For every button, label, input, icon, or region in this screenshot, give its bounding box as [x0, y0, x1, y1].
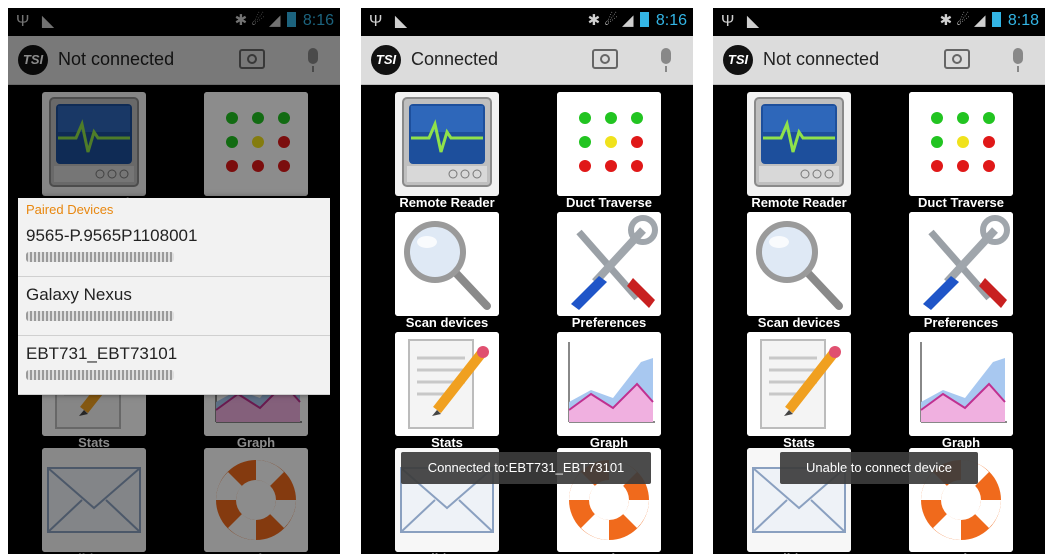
tile-tools[interactable] — [557, 212, 661, 316]
magnifier-icon — [747, 212, 851, 316]
tsi-logo-icon: TSI — [723, 45, 753, 75]
magnifier-icon — [395, 212, 499, 316]
tsi-logo-icon: TSI — [371, 45, 401, 75]
tile-label: Preferences — [571, 315, 647, 330]
status-bar: Ψ ◣ ✱ ☄ ◢ 8:18 — [713, 8, 1045, 36]
camera-icon[interactable] — [592, 49, 618, 69]
area-graph-icon — [909, 332, 1013, 436]
tile-label: Duct Traverse — [566, 195, 652, 210]
status-right-icons: ✱ ☄ ◢ 8:16 — [588, 11, 687, 30]
android-debug-icon: ◣ — [746, 13, 760, 30]
camera-icon[interactable] — [944, 49, 970, 69]
monitor-icon — [747, 92, 851, 196]
status-right-icons: ✱ ☄ ◢ 8:18 — [940, 11, 1039, 30]
usb-icon: Ψ — [369, 13, 383, 30]
usb-icon: Ψ — [721, 13, 735, 30]
tile-label: Remote Reader — [751, 195, 847, 210]
microphone-icon[interactable] — [1013, 48, 1023, 72]
dots-grid-icon — [909, 92, 1013, 196]
tile-monitor[interactable] — [747, 92, 851, 196]
tile-label: Scan devices — [405, 315, 489, 330]
notepad-pencil-icon — [747, 332, 851, 436]
battery-icon — [991, 12, 1001, 27]
device-address-redacted — [26, 311, 174, 321]
device-address-redacted — [26, 370, 174, 380]
status-time: 8:18 — [1007, 12, 1039, 29]
tile-label: Preferences — [923, 315, 999, 330]
phone-screen: Ψ ◣ ✱ ☄ ◢ 8:18 TSI Not connected Remote … — [713, 8, 1045, 554]
signal-icons: ✱ ☄ ◢ — [939, 12, 986, 29]
phone-screen: Ψ ◣ ✱ ☄ ◢ 8:16 TSI Connected Remote Read… — [361, 8, 693, 554]
connection-status-title: Not connected — [763, 49, 880, 69]
battery-icon — [639, 12, 649, 27]
tools-icon — [557, 212, 661, 316]
device-list-item[interactable]: 9565-P.9565P1108001 — [18, 218, 330, 277]
tile-area-graph[interactable] — [557, 332, 661, 436]
signal-icons: ✱ ☄ ◢ — [587, 12, 634, 29]
tile-monitor[interactable] — [395, 92, 499, 196]
toast-message: Unable to connect device — [780, 452, 978, 484]
status-left-icons: Ψ ◣ — [721, 11, 767, 31]
tile-notepad-pencil[interactable] — [747, 332, 851, 436]
tile-label: Remote Reader — [399, 195, 495, 210]
tile-area-graph[interactable] — [909, 332, 1013, 436]
status-time: 8:16 — [655, 12, 687, 29]
dialog-title: Paired Devices — [26, 202, 114, 217]
phone-screen: Ψ ◣ ✱ ☄ ◢ 8:16 TSI Not connected Remote … — [8, 8, 340, 554]
tile-label: Duct Traverse — [918, 195, 1004, 210]
tile-dots-grid[interactable] — [909, 92, 1013, 196]
device-list-item[interactable]: EBT731_EBT73101 — [18, 336, 330, 395]
status-bar: Ψ ◣ ✱ ☄ ◢ 8:16 — [361, 8, 693, 36]
action-bar: TSI Connected — [361, 36, 693, 85]
connection-status-title: Connected — [411, 49, 499, 69]
notepad-pencil-icon — [395, 332, 499, 436]
area-graph-icon — [557, 332, 661, 436]
tile-label: Scan devices — [757, 315, 841, 330]
tools-icon — [909, 212, 1013, 316]
toast-message: Connected to:EBT731_EBT73101 — [401, 452, 651, 484]
device-name: EBT731_EBT73101 — [26, 344, 178, 363]
microphone-icon[interactable] — [661, 48, 671, 72]
paired-devices-dialog: Paired Devices 9565-P.9565P1108001 Galax… — [18, 198, 330, 395]
dots-grid-icon — [557, 92, 661, 196]
tile-notepad-pencil[interactable] — [395, 332, 499, 436]
device-address-redacted — [26, 252, 174, 262]
tile-tools[interactable] — [909, 212, 1013, 316]
tile-dots-grid[interactable] — [557, 92, 661, 196]
android-debug-icon: ◣ — [394, 13, 408, 30]
action-bar: TSI Not connected — [713, 36, 1045, 85]
tile-magnifier[interactable] — [747, 212, 851, 316]
device-name: Galaxy Nexus — [26, 285, 132, 304]
monitor-icon — [395, 92, 499, 196]
tile-magnifier[interactable] — [395, 212, 499, 316]
device-list-item[interactable]: Galaxy Nexus — [18, 277, 330, 336]
status-left-icons: Ψ ◣ — [369, 11, 415, 31]
device-name: 9565-P.9565P1108001 — [26, 226, 198, 245]
